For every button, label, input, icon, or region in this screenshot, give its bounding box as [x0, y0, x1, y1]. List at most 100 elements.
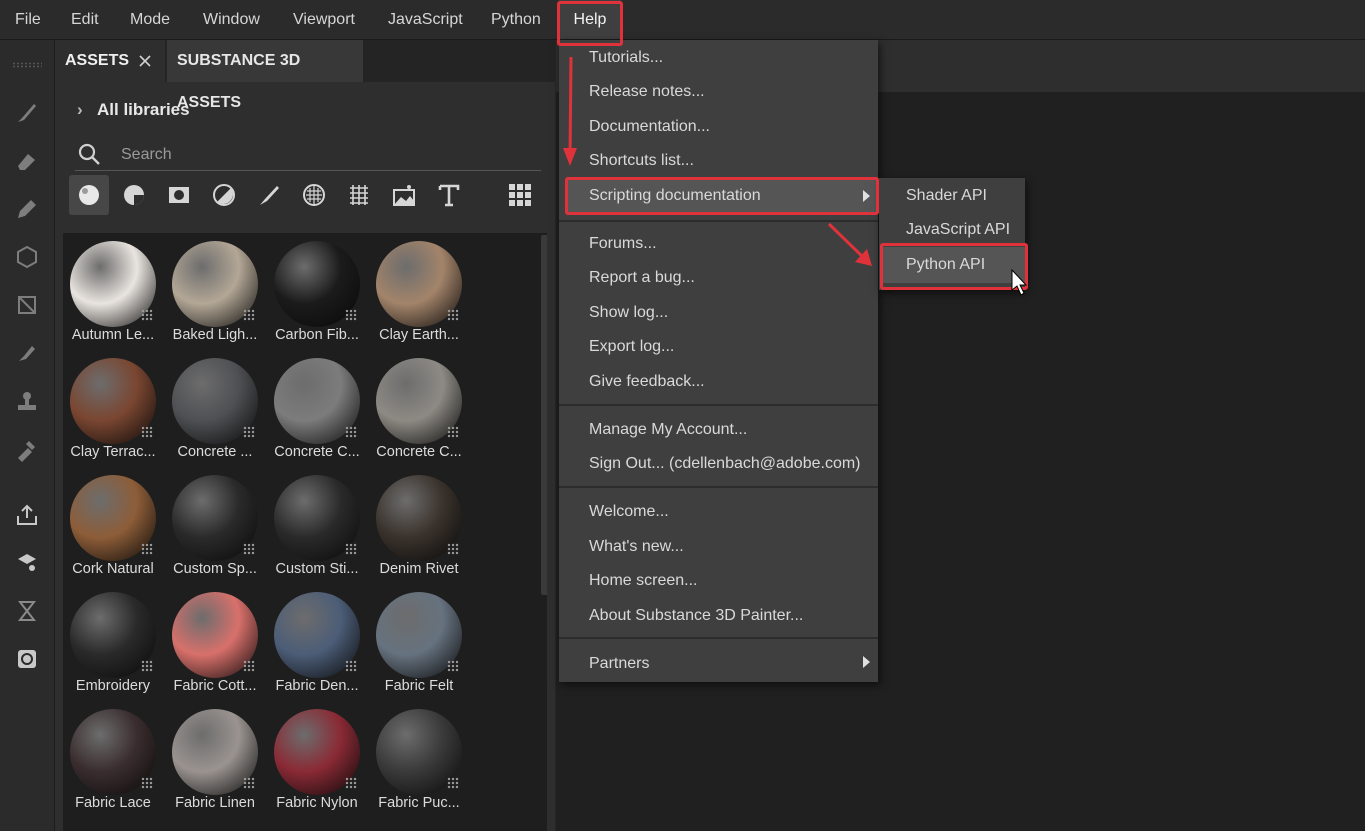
help-home-screen[interactable]: Home screen...: [589, 564, 697, 598]
asset-grid: Autumn Le... Baked Ligh... Carbon Fib... Cl…: [63, 233, 547, 831]
help-show-log[interactable]: Show log...: [589, 296, 668, 330]
asset-tile[interactable]: Denim Rivet: [369, 467, 469, 579]
eraser-tool[interactable]: [10, 144, 44, 178]
asset-badge-icon: [243, 543, 255, 555]
help-manage-account[interactable]: Manage My Account...: [589, 413, 747, 447]
materials-sphere-icon: [79, 185, 99, 205]
help-shortcuts-list[interactable]: Shortcuts list...: [589, 144, 694, 178]
asset-badge-icon: [345, 309, 357, 321]
clone-tool[interactable]: [10, 384, 44, 418]
menu-viewport[interactable]: Viewport: [293, 0, 355, 39]
menu-window[interactable]: Window: [203, 0, 260, 39]
cube-icon: [17, 245, 37, 269]
asset-badge-icon: [447, 660, 459, 672]
alphas-icon: [303, 184, 325, 206]
filter-filters[interactable]: [204, 175, 244, 215]
asset-tile[interactable]: Custom Sp...: [165, 467, 265, 579]
paint-brush-tool[interactable]: [10, 96, 44, 130]
menu-mode[interactable]: Mode: [130, 0, 170, 39]
filter-alphas[interactable]: [294, 175, 334, 215]
polygon-fill-icon: [18, 296, 36, 314]
sync-tool[interactable]: [10, 642, 44, 676]
asset-badge-icon: [345, 543, 357, 555]
filter-text[interactable]: [429, 175, 469, 215]
help-sign-out[interactable]: Sign Out... (cdellenbach@adobe.com): [589, 447, 861, 481]
help-forums[interactable]: Forums...: [589, 227, 657, 261]
asset-tile[interactable]: Fabric Puc...: [369, 701, 469, 813]
help-release-notes[interactable]: Release notes...: [589, 75, 705, 109]
filter-environments[interactable]: [384, 175, 424, 215]
submenu-arrow-icon: [863, 656, 870, 668]
asset-tile[interactable]: Fabric Linen: [165, 701, 265, 813]
libraries-breadcrumb[interactable]: › All libraries: [77, 98, 190, 122]
help-whats-new[interactable]: What's new...: [589, 530, 684, 564]
asset-tile[interactable]: Cork Natural: [63, 467, 163, 579]
view-mode-grid[interactable]: [500, 175, 540, 215]
filter-textures[interactable]: [159, 175, 199, 215]
filter-smart-materials[interactable]: [114, 175, 154, 215]
help-welcome[interactable]: Welcome...: [589, 495, 669, 529]
polygon-fill-tool[interactable]: [10, 288, 44, 322]
filter-brushes[interactable]: [249, 175, 289, 215]
menu-separator: [559, 637, 878, 639]
asset-tile[interactable]: Autumn Le...: [63, 233, 163, 345]
asset-tile[interactable]: Fabric Felt: [369, 584, 469, 696]
asset-tile[interactable]: Concrete ...: [165, 350, 265, 462]
asset-tile[interactable]: Fabric Den...: [267, 584, 367, 696]
menu-python[interactable]: Python: [491, 0, 541, 39]
tab-assets[interactable]: ASSETS: [55, 40, 165, 82]
help-export-log[interactable]: Export log...: [589, 330, 674, 364]
asset-label: Fabric Den...: [275, 678, 359, 694]
menu-edit[interactable]: Edit: [71, 0, 99, 39]
help-documentation[interactable]: Documentation...: [589, 110, 710, 144]
close-icon[interactable]: [137, 53, 153, 69]
filter-grunges[interactable]: [339, 175, 379, 215]
color-picker-tool[interactable]: [10, 432, 44, 466]
refresh-icon: [18, 650, 36, 668]
pen-icon: [18, 200, 36, 218]
menu-javascript[interactable]: JavaScript: [388, 0, 463, 39]
asset-tile[interactable]: Fabric Lace: [63, 701, 163, 813]
asset-badge-icon: [141, 777, 153, 789]
smudge-tool[interactable]: [10, 336, 44, 370]
menu-file[interactable]: File: [15, 0, 41, 39]
asset-tile[interactable]: Concrete C...: [267, 350, 367, 462]
history-tool[interactable]: [10, 594, 44, 628]
asset-tile[interactable]: Baked Ligh...: [165, 233, 265, 345]
asset-tile[interactable]: Concrete C...: [369, 350, 469, 462]
asset-badge-icon: [345, 426, 357, 438]
asset-label: Fabric Puc...: [378, 795, 460, 811]
help-partners[interactable]: Partners: [589, 647, 649, 681]
asset-tile[interactable]: Fabric Cott...: [165, 584, 265, 696]
asset-tile[interactable]: Fabric Nylon: [267, 701, 367, 813]
asset-tile[interactable]: Custom Sti...: [267, 467, 367, 579]
geometry-mask-tool[interactable]: [10, 240, 44, 274]
environments-icon: [393, 185, 415, 206]
asset-tile[interactable]: Carbon Fib...: [267, 233, 367, 345]
tab-substance-3d-assets[interactable]: SUBSTANCE 3D ASSETS: [167, 40, 363, 111]
search-input[interactable]: [119, 142, 523, 168]
submenu-javascript-api[interactable]: JavaScript API: [906, 213, 1010, 247]
help-about[interactable]: About Substance 3D Painter...: [589, 599, 803, 633]
projection-tool[interactable]: [10, 192, 44, 226]
scrollbar[interactable]: [541, 235, 547, 595]
asset-tile[interactable]: Embroidery: [63, 584, 163, 696]
help-give-feedback[interactable]: Give feedback...: [589, 365, 705, 399]
filter-materials[interactable]: [69, 175, 109, 215]
asset-badge-icon: [345, 777, 357, 789]
asset-badge-icon: [141, 309, 153, 321]
help-tutorials[interactable]: Tutorials...: [589, 41, 663, 75]
export-tool[interactable]: [10, 498, 44, 532]
asset-tile[interactable]: Clay Terrac...: [63, 350, 163, 462]
asset-label: Concrete C...: [376, 444, 462, 460]
asset-label: Fabric Felt: [384, 678, 454, 694]
libraries-label: All libraries: [97, 100, 190, 119]
asset-label: Custom Sp...: [173, 561, 257, 577]
submenu-shader-api[interactable]: Shader API: [906, 179, 987, 213]
asset-label: Fabric Cott...: [173, 678, 257, 694]
help-report-bug[interactable]: Report a bug...: [589, 261, 695, 295]
chevron-right-icon: ›: [77, 100, 83, 119]
bake-tool[interactable]: [10, 546, 44, 580]
asset-tile[interactable]: Clay Earth...: [369, 233, 469, 345]
toolbar-grip[interactable]: [12, 62, 42, 68]
